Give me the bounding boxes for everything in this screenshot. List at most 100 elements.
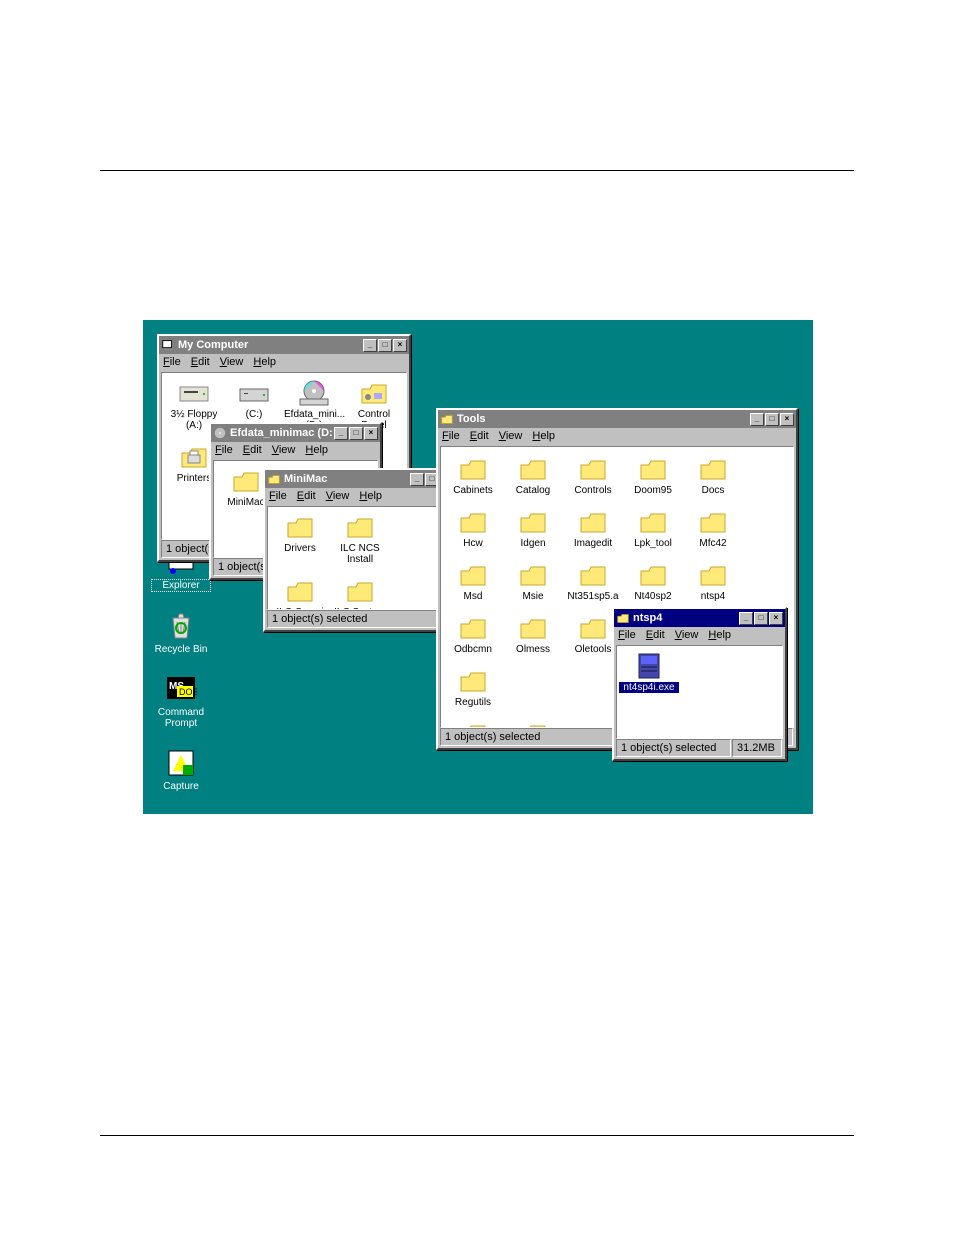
title-efdata: Efdata_minimac (D:) [230,427,333,439]
menu-edit[interactable]: Edit [191,356,210,368]
folder-label: Nt351sp5.a [563,591,623,602]
folder-tools-14[interactable]: ntsp4 [683,561,743,602]
folder-small-icon [267,472,281,486]
folder-icon [697,508,729,536]
msdos-icon: MSDOS [165,673,197,705]
titlebar-ntsp4[interactable]: ntsp4 _ □ × [614,609,785,627]
folder-tools-26[interactable]: Xtrsblty [503,720,563,728]
folder-label: Odbcmn [443,644,503,655]
cd-small-icon [213,426,227,440]
folder-ilcover[interactable]: ILC Overvi Editor Inst [270,577,330,610]
folder-icon [517,455,549,483]
folder-icon [637,455,669,483]
close-button[interactable]: × [393,339,407,352]
folder-icon [457,561,489,589]
exe-file-icon [633,652,665,680]
status-text: 1 object(s) selected [267,610,438,628]
menu-file[interactable]: File [618,629,636,641]
desktop-icon-winzip[interactable]: WinZip [151,810,211,814]
folder-icon [517,614,549,642]
menu-file[interactable]: File [215,444,233,456]
desktop-icon-cmd-label: Command Prompt [151,707,211,729]
folder-tools-12[interactable]: Nt351sp5.a [563,561,623,602]
folder-tools-13[interactable]: Nt40sp2 [623,561,683,602]
menu-help[interactable]: Help [708,629,731,641]
menu-edit[interactable]: Edit [243,444,262,456]
menu-help[interactable]: Help [305,444,328,456]
close-button[interactable]: × [364,427,378,440]
page-divider-top [100,170,854,171]
maximize-button[interactable]: □ [754,612,768,625]
status-text: 1 object(s) selected [616,739,731,757]
desktop-icon-command-prompt[interactable]: MSDOS Command Prompt [151,673,211,729]
folder-tools-3[interactable]: Doom95 [623,455,683,496]
menu-view[interactable]: View [499,430,523,442]
control-panel-icon [358,379,390,407]
folder-icon [577,508,609,536]
menu-view[interactable]: View [272,444,296,456]
menu-file[interactable]: File [269,490,287,502]
folder-tools-15[interactable]: Odbcmn [443,614,503,655]
folder-icon [457,455,489,483]
menu-help[interactable]: Help [359,490,382,502]
menu-edit[interactable]: Edit [470,430,489,442]
folder-icon [577,455,609,483]
folder-label: Imagedit [563,538,623,549]
hard-drive-icon [238,379,270,407]
folder-tools-20[interactable]: Regutils [443,667,503,708]
folder-drivers[interactable]: Drivers [270,513,330,565]
winzip-icon [165,810,197,814]
menu-view[interactable]: View [326,490,350,502]
folder-tools-6[interactable]: Idgen [503,508,563,549]
titlebar-minimac[interactable]: MiniMac _ □ [265,470,441,488]
folder-tools-11[interactable]: Msie [503,561,563,602]
minimize-button[interactable]: _ [750,413,764,426]
folder-tools-16[interactable]: Olmess [503,614,563,655]
folder-tools-4[interactable]: Docs [683,455,743,496]
svg-text:DOS: DOS [179,687,197,697]
minimize-button[interactable]: _ [739,612,753,625]
minimize-button[interactable]: _ [334,427,348,440]
desktop-icon-recycle-bin[interactable]: Recycle Bin [151,610,211,655]
titlebar-tools[interactable]: Tools _ □ × [438,410,796,428]
folder-tools-5[interactable]: Hcw [443,508,503,549]
folder-tools-2[interactable]: Controls [563,455,623,496]
folder-icon [284,513,316,541]
titlebar-efdata[interactable]: Efdata_minimac (D:) _ □ × [211,424,380,442]
menubar-minimac: File Edit View Help [265,488,441,504]
folder-tools-9[interactable]: Mfc42 [683,508,743,549]
titlebar-my-computer[interactable]: My Computer _ □ × [159,336,409,354]
minimize-button[interactable]: _ [410,473,424,486]
folder-label: Hcw [443,538,503,549]
minimize-button[interactable]: _ [363,339,377,352]
menu-file[interactable]: File [442,430,460,442]
folder-small-icon [440,412,454,426]
folder-icon [344,513,376,541]
desktop-surface: Explorer Recycle Bin MSDOS Command Promp… [143,320,813,814]
file-nt4sp4i-exe[interactable]: nt4sp4i.exe [619,652,679,693]
folder-tools-8[interactable]: Lpk_tool [623,508,683,549]
menu-edit[interactable]: Edit [646,629,665,641]
folder-ilcsys[interactable]: ILC System Setup Install [330,577,390,610]
close-button[interactable]: × [780,413,794,426]
title-my-computer: My Computer [178,339,362,351]
maximize-button[interactable]: □ [378,339,392,352]
menu-file[interactable]: File [163,356,181,368]
folder-label: ILC NCS Install [330,543,390,565]
folder-ilcncs[interactable]: ILC NCS Install [330,513,390,565]
maximize-button[interactable]: □ [349,427,363,440]
menu-edit[interactable]: Edit [297,490,316,502]
folder-tools-10[interactable]: Msd [443,561,503,602]
folder-tools-0[interactable]: Cabinets [443,455,503,496]
folder-tools-25[interactable]: Unsuppit [443,720,503,728]
folder-tools-7[interactable]: Imagedit [563,508,623,549]
close-button[interactable]: × [769,612,783,625]
desktop-icon-capture[interactable]: Capture [151,747,211,792]
title-ntsp4: ntsp4 [633,612,738,624]
menu-help[interactable]: Help [532,430,555,442]
folder-tools-1[interactable]: Catalog [503,455,563,496]
maximize-button[interactable]: □ [765,413,779,426]
menu-help[interactable]: Help [253,356,276,368]
menu-view[interactable]: View [675,629,699,641]
menu-view[interactable]: View [220,356,244,368]
